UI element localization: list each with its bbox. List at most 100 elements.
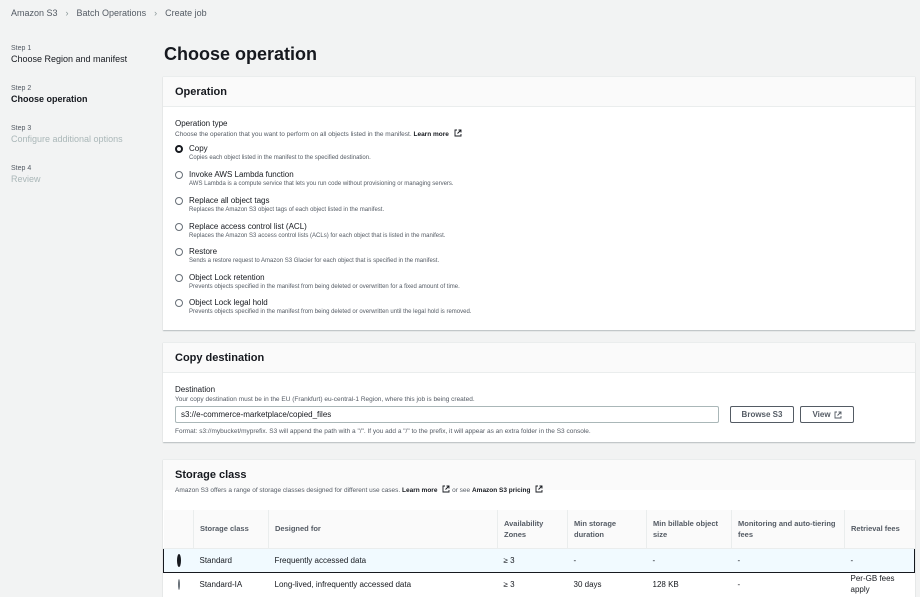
table-cell: Long-lived, infrequently accessed data	[274, 579, 412, 589]
radio-button[interactable]	[175, 197, 183, 205]
breadcrumb: Amazon S3 › Batch Operations › Create jo…	[11, 8, 207, 18]
option-description: Sends a restore request to Amazon S3 Gla…	[189, 258, 440, 264]
option-label: Copy	[189, 144, 208, 153]
view-button[interactable]: View	[800, 406, 854, 423]
description-text: Choose the operation that you want to pe…	[175, 131, 412, 138]
operation-type-field: Operation type Choose the operation that…	[175, 119, 462, 139]
column-header: Monitoring and auto-tiering fees	[731, 510, 845, 549]
column-header: Designed for	[268, 510, 498, 549]
step-number: Step 1	[11, 45, 32, 52]
table-cell: 128 KB	[652, 579, 679, 589]
storage-class-panel: Storage class Amazon S3 offers a range o…	[163, 459, 915, 597]
radio-button[interactable]	[175, 171, 183, 179]
option-object-lock-retention[interactable]: Object Lock retention Prevents objects sp…	[175, 273, 460, 292]
table-cell: -	[737, 579, 741, 589]
step-name: Choose operation	[11, 94, 88, 104]
option-description: Prevents objects specified in the manife…	[189, 284, 460, 290]
radio-button[interactable]	[175, 248, 183, 256]
copy-destination-panel: Copy destination Destination Your copy d…	[163, 342, 915, 442]
option-description: Prevents objects specified in the manife…	[189, 309, 472, 315]
column-header: Min billable object size	[646, 510, 732, 549]
column-header: Retrieval fees	[844, 510, 915, 549]
option-copy[interactable]: Copy Copies each object listed in the man…	[175, 144, 371, 163]
option-label: Invoke AWS Lambda function	[189, 170, 294, 179]
table-cell: Standard	[193, 547, 269, 573]
option-restore[interactable]: Restore Sends a restore request to Amazon…	[175, 247, 439, 266]
table-cell: -	[731, 547, 845, 573]
step-3: Step 3 Configure additional options	[11, 124, 151, 146]
option-replace-tags[interactable]: Replace all object tags Replaces the Amaz…	[175, 196, 384, 215]
operation-panel: Operation Operation type Choose the oper…	[163, 76, 915, 330]
option-label: Object Lock legal hold	[189, 298, 268, 307]
storage-class-description: Amazon S3 offers a range of storage clas…	[175, 485, 543, 495]
radio-button[interactable]	[175, 223, 183, 231]
description-text: Amazon S3 offers a range of storage clas…	[175, 487, 401, 494]
option-label: Object Lock retention	[189, 273, 265, 282]
breadcrumb-item-batch-operations[interactable]: Batch Operations	[77, 8, 147, 18]
radio-button[interactable]	[175, 299, 183, 307]
option-description: Replaces the Amazon S3 access control li…	[189, 233, 446, 239]
table-cell: -	[844, 547, 915, 573]
chevron-right-icon: ›	[154, 8, 158, 18]
page-title: Choose operation	[164, 44, 318, 64]
radio-button[interactable]	[175, 145, 183, 153]
chevron-right-icon: ›	[65, 8, 69, 18]
radio-button[interactable]	[175, 274, 183, 282]
table-cell: 30 days	[573, 579, 602, 589]
table-cell: ≥ 3	[497, 547, 568, 573]
radio-button[interactable]	[177, 578, 180, 590]
step-name: Review	[11, 174, 41, 184]
view-button-label: View	[812, 410, 831, 419]
option-label: Restore	[189, 247, 218, 256]
option-description: Copies each object listed in the manifes…	[189, 155, 371, 161]
destination-format-hint: Format: s3://mybucket/myprefix. S3 will …	[175, 428, 591, 435]
step-name: Configure additional options	[11, 134, 123, 144]
option-label: Replace all object tags	[189, 196, 270, 205]
radio-cell[interactable]	[164, 572, 194, 596]
option-label: Replace access control list (ACL)	[189, 222, 307, 231]
column-header: Storage class	[193, 510, 269, 549]
breadcrumb-item-create-job: Create job	[165, 8, 207, 18]
storage-class-table: Storage class Designed for Availability …	[163, 510, 915, 596]
step-number: Step 2	[11, 85, 32, 92]
external-link-icon[interactable]	[454, 129, 462, 137]
table-cell: -	[567, 547, 647, 573]
option-invoke-lambda[interactable]: Invoke AWS Lambda function AWS Lambda is …	[175, 170, 454, 189]
step-name: Choose Region and manifest	[11, 54, 128, 64]
or-see-text: or see	[452, 487, 471, 494]
select-column-header	[163, 510, 194, 549]
destination-field: Destination Your copy destination must b…	[175, 385, 475, 404]
s3-pricing-link[interactable]: Amazon S3 pricing	[472, 487, 531, 494]
destination-input[interactable]: s3://e-commerce-marketplace/copied_files	[175, 406, 719, 423]
table-row[interactable]: Standard-IA Long-lived, infrequently acc…	[164, 572, 915, 596]
breadcrumb-item-s3[interactable]: Amazon S3	[11, 8, 58, 18]
step-number: Step 3	[11, 125, 32, 132]
step-4: Step 4 Review	[11, 164, 151, 186]
column-header: Min storage duration	[567, 510, 647, 549]
option-description: AWS Lambda is a compute service that let…	[189, 181, 454, 187]
external-link-icon[interactable]	[442, 485, 450, 493]
learn-more-link[interactable]: Learn more	[413, 131, 448, 138]
option-replace-acl[interactable]: Replace access control list (ACL) Replace…	[175, 222, 445, 241]
step-1[interactable]: Step 1 Choose Region and manifest	[11, 44, 151, 66]
table-cell: Per-GB fees apply	[850, 574, 895, 595]
table-row[interactable]: Standard Frequently accessed data ≥ 3 - …	[163, 547, 915, 573]
external-link-icon[interactable]	[535, 485, 543, 493]
wizard-steps: Step 1 Choose Region and manifest Step 2…	[11, 44, 151, 204]
table-cell: Standard-IA	[199, 579, 243, 589]
radio-button[interactable]	[176, 553, 181, 567]
browse-s3-button[interactable]: Browse S3	[730, 406, 794, 423]
operation-type-label: Operation type	[175, 119, 228, 128]
table-header-row: Storage class Designed for Availability …	[163, 510, 915, 549]
learn-more-link[interactable]: Learn more	[402, 487, 437, 494]
table-cell: Frequently accessed data	[268, 547, 498, 573]
table-cell: ≥ 3	[503, 579, 515, 589]
operation-panel-header: Operation	[163, 77, 915, 107]
radio-cell[interactable]	[163, 547, 194, 573]
step-2: Step 2 Choose operation	[11, 84, 151, 106]
column-header: Availability Zones	[497, 510, 568, 549]
step-number: Step 4	[11, 165, 32, 172]
option-object-lock-legal-hold[interactable]: Object Lock legal hold Prevents objects s…	[175, 298, 471, 317]
destination-label: Destination	[175, 385, 216, 394]
option-description: Replaces the Amazon S3 object tags of ea…	[189, 207, 385, 213]
